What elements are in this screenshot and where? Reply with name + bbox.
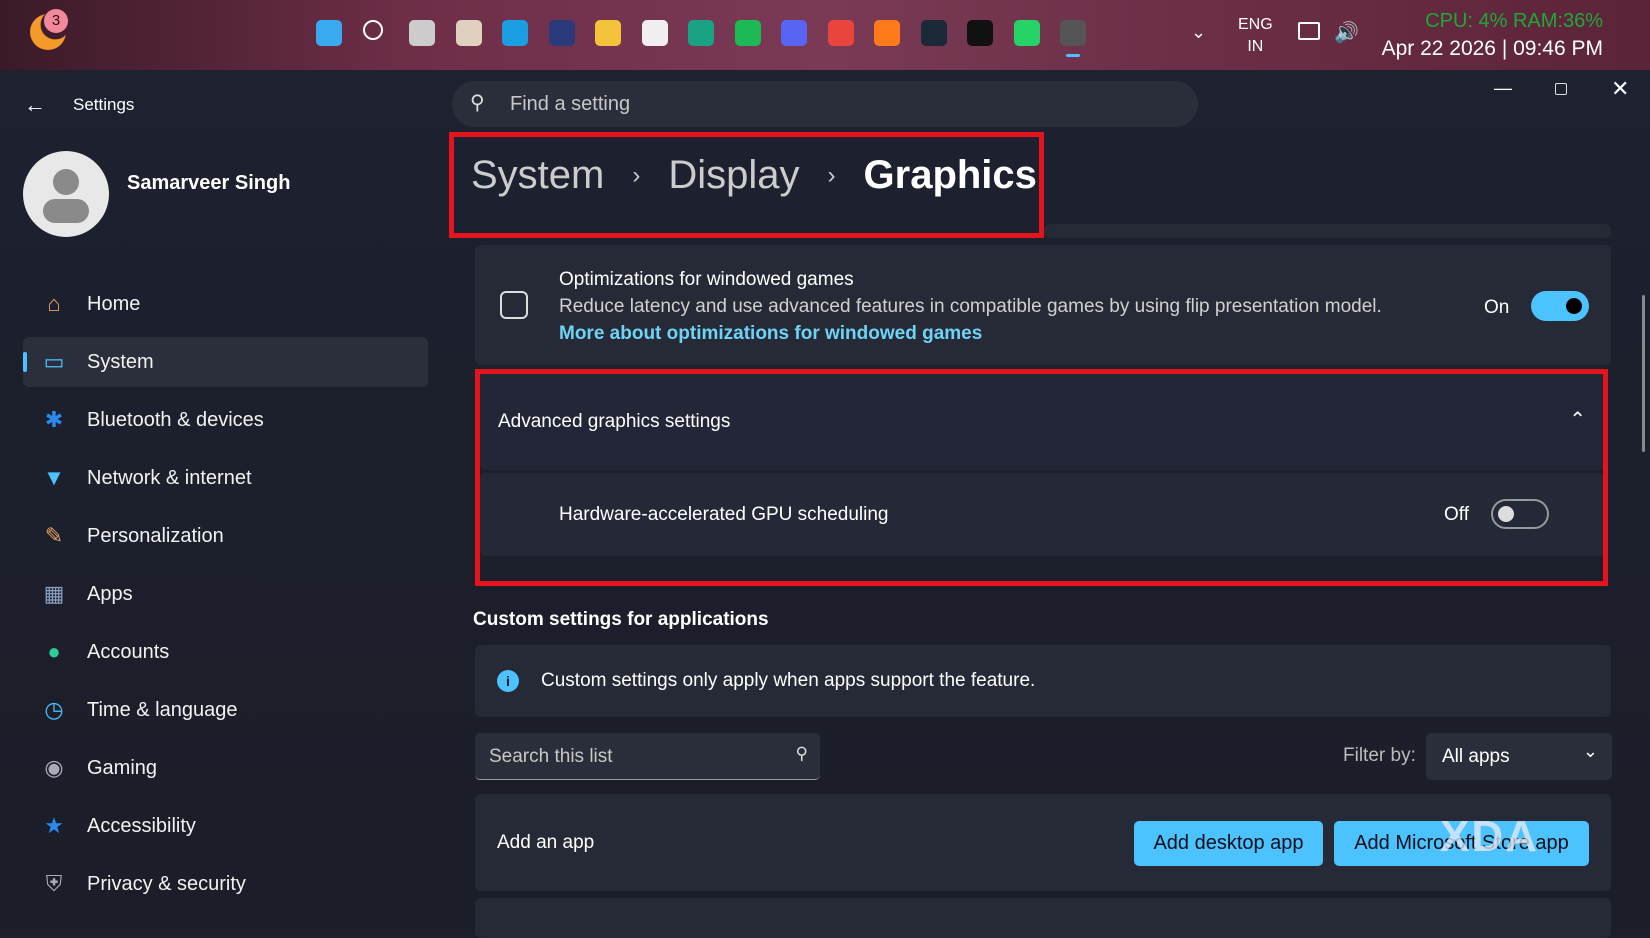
steam-icon[interactable]: [920, 20, 947, 46]
bluetooth-icon: ✱: [44, 407, 64, 432]
apps-icon: ▦: [43, 581, 65, 606]
chevron-right-icon: ›: [827, 161, 836, 189]
app-p-icon[interactable]: [688, 20, 714, 46]
back-button[interactable]: ←: [24, 92, 46, 118]
next-card: [475, 898, 1611, 938]
store-icon[interactable]: [641, 20, 668, 46]
search-placeholder: Find a setting: [510, 93, 631, 115]
breadcrumb-system[interactable]: System: [471, 153, 604, 198]
filter-label: Filter by:: [1343, 745, 1416, 766]
restore-button[interactable]: [1555, 83, 1567, 95]
whatsapp-icon[interactable]: [1013, 20, 1040, 46]
app-icon[interactable]: [548, 20, 575, 46]
info-card: i Custom settings only apply when apps s…: [475, 645, 1611, 717]
tray-chevron-icon[interactable]: ⌄: [1191, 22, 1206, 43]
chrome-icon[interactable]: [827, 20, 854, 46]
sidebar-item-label: Bluetooth & devices: [87, 408, 264, 431]
windowed-games-description: Reduce latency and use advanced features…: [559, 296, 1382, 317]
sidebar-item-gaming[interactable]: ◉ Gaming: [23, 743, 428, 793]
notification-badge: 3: [44, 9, 68, 33]
sidebar-item-label: Apps: [87, 582, 133, 605]
volume-icon[interactable]: 🔊: [1334, 20, 1359, 45]
sidebar-item-label: Accessibility: [87, 814, 196, 837]
sidebar-item-accounts[interactable]: ● Accounts: [23, 627, 428, 677]
search-icon[interactable]: [362, 20, 383, 40]
selection-indicator: [23, 352, 27, 372]
active-indicator: [1066, 54, 1080, 57]
sidebar-item-network-internet[interactable]: ▼ Network & internet: [23, 453, 428, 503]
user-name: Samarveer Singh: [127, 172, 291, 194]
cpu-ram-readout: CPU: 4% RAM:36%: [1425, 10, 1603, 32]
close-button[interactable]: ✕: [1611, 76, 1629, 102]
sidebar-item-label: Accounts: [87, 640, 170, 663]
wifi-icon: ▼: [43, 465, 65, 490]
search-icon: ⚲: [795, 744, 808, 763]
windowed-games-state: On: [1484, 297, 1510, 318]
chevron-right-icon: ›: [632, 161, 641, 189]
sidebar-item-label: Privacy & security: [87, 872, 246, 895]
sidebar-item-system[interactable]: ▭ System: [23, 337, 428, 387]
sidebar-item-accessibility[interactable]: ★ Accessibility: [23, 801, 428, 851]
breadcrumb: System › Display › Graphics: [471, 153, 1037, 198]
windowed-games-card: Optimizations for windowed games Reduce …: [475, 245, 1611, 365]
windowed-games-title: Optimizations for windowed games: [559, 269, 854, 290]
network-icon[interactable]: [1298, 22, 1320, 40]
search-icon: ⚲: [470, 92, 485, 114]
windowed-games-toggle[interactable]: [1531, 291, 1589, 321]
shield-icon: ⛨: [45, 871, 63, 896]
settings-icon[interactable]: [1052, 6, 1094, 62]
task-view-icon[interactable]: [409, 20, 435, 46]
sidebar-item-label: Gaming: [87, 756, 158, 779]
accounts-icon: ●: [47, 639, 61, 664]
minimize-button[interactable]: —: [1494, 78, 1512, 99]
sidebar-item-time-language[interactable]: ◷ Time & language: [23, 685, 428, 735]
chevron-down-icon: ⌄: [1582, 741, 1598, 761]
gamepad-icon: ◉: [44, 755, 64, 780]
window-title: Settings: [73, 95, 135, 114]
file-explorer-icon[interactable]: [595, 20, 621, 46]
brush-icon: ✎: [44, 523, 64, 548]
gamepad-window-icon: [500, 291, 528, 319]
find-setting-search[interactable]: ⚲ Find a setting: [452, 81, 1198, 127]
language-indicator[interactable]: ENG IN: [1238, 14, 1273, 58]
clock-icon: ◷: [44, 697, 64, 722]
sidebar-item-privacy-security[interactable]: ⛨ Privacy & security: [23, 859, 428, 909]
paint-icon[interactable]: [455, 20, 482, 46]
sidebar-item-label: Home: [87, 292, 141, 315]
taskbar: 3 ⌄ ENG IN 🔊 CPU: 4% RAM:36% Apr 22 2026…: [0, 0, 1650, 70]
system-icon: ▭: [43, 349, 65, 374]
sidebar-item-label: Network & internet: [87, 466, 252, 489]
clock[interactable]: Apr 22 2026 | 09:46 PM: [1382, 37, 1603, 61]
breadcrumb-graphics: Graphics: [863, 153, 1037, 197]
info-text: Custom settings only apply when apps sup…: [541, 670, 1036, 691]
edge-icon[interactable]: [502, 20, 528, 46]
start-icon[interactable]: [316, 20, 342, 46]
accessibility-icon: ★: [44, 813, 64, 838]
sidebar-item-label: System: [87, 350, 154, 373]
filter-dropdown[interactable]: All apps ⌄: [1426, 733, 1612, 780]
sidebar-item-label: Time & language: [87, 698, 238, 721]
home-icon: ⌂: [47, 291, 61, 316]
sidebar-item-apps[interactable]: ▦ Apps: [23, 569, 428, 619]
add-app-label: Add an app: [497, 832, 595, 853]
sidebar-item-personalization[interactable]: ✎ Personalization: [23, 511, 428, 561]
previous-card: [1044, 224, 1611, 238]
xda-watermark: XDA: [1440, 812, 1539, 861]
breadcrumb-display[interactable]: Display: [668, 153, 799, 198]
info-icon: i: [497, 670, 519, 692]
sidebar-item-home[interactable]: ⌂ Home: [23, 279, 428, 329]
discord-icon[interactable]: [781, 20, 807, 46]
epic-games-icon[interactable]: [967, 20, 993, 46]
windowed-games-link[interactable]: More about optimizations for windowed ga…: [559, 323, 982, 345]
custom-section-title: Custom settings for applications: [473, 609, 769, 630]
avatar[interactable]: [23, 151, 109, 237]
firefox-icon[interactable]: [874, 20, 900, 46]
search-list-input[interactable]: Search this list ⚲: [475, 733, 820, 780]
sidebar-item-bluetooth-devices[interactable]: ✱ Bluetooth & devices: [23, 395, 428, 445]
spotify-icon[interactable]: [734, 20, 761, 46]
scrollbar[interactable]: [1642, 295, 1645, 452]
advanced-highlight: [475, 369, 1608, 586]
add-desktop-app-button[interactable]: Add desktop app: [1134, 821, 1323, 866]
sidebar-item-label: Personalization: [87, 524, 224, 547]
